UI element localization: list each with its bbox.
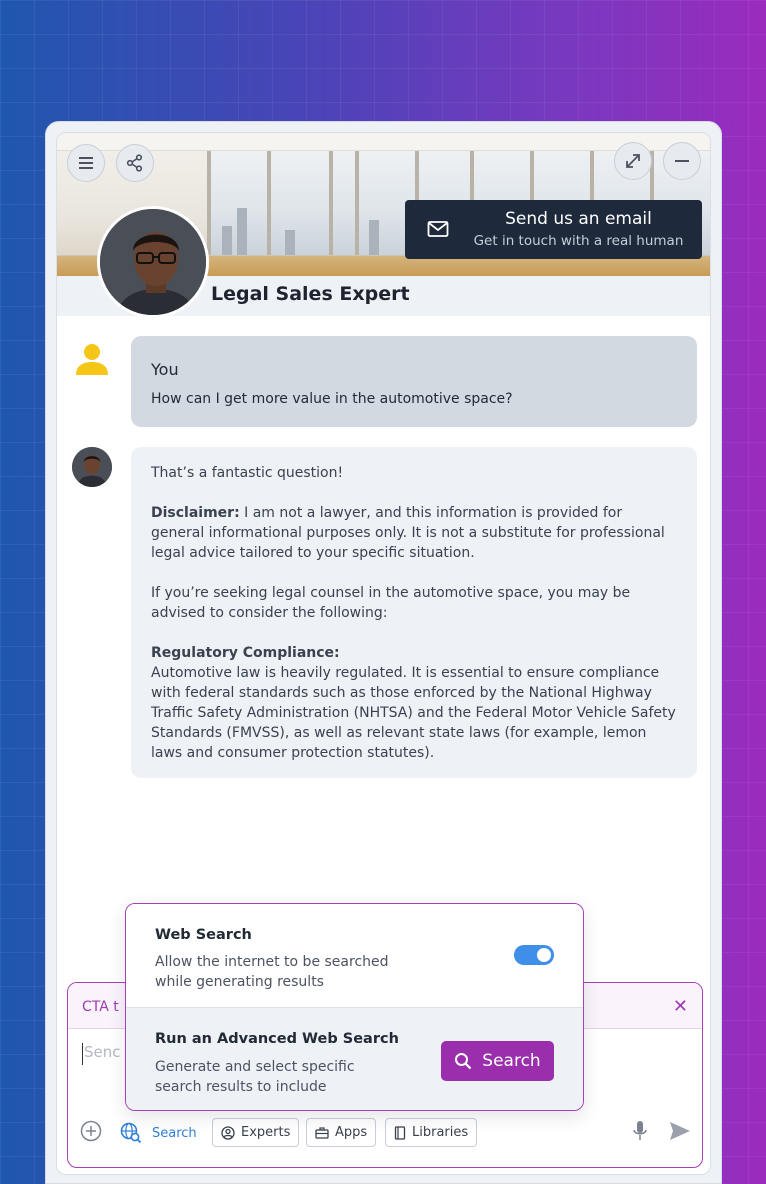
toggle-knob	[537, 948, 551, 962]
composer-toolbar: Search Experts Apps Libraries	[80, 1116, 690, 1148]
web-search-description: Allow the internet to be searched while …	[155, 954, 389, 990]
expert-avatar	[97, 206, 209, 318]
email-button-subtitle: Get in touch with a real human	[473, 233, 684, 249]
user-icon	[75, 341, 109, 381]
bot-avatar	[72, 447, 112, 487]
apps-label: Apps	[335, 1125, 368, 1140]
widget-inner: Send us an email Get in touch with a rea…	[56, 132, 711, 1175]
share-icon	[126, 154, 143, 172]
add-icon[interactable]	[80, 1120, 102, 1142]
bot-message-intro: That’s a fantastic question!	[151, 465, 344, 481]
chat-messages: You How can I get more value in the auto…	[57, 316, 710, 1174]
advanced-search-description: Generate and select specific search resu…	[155, 1059, 355, 1095]
apps-button[interactable]: Apps	[306, 1118, 377, 1147]
experts-label: Experts	[241, 1125, 291, 1140]
message-input[interactable]: Senc	[82, 1043, 121, 1065]
hamburger-icon	[79, 157, 93, 169]
minimize-button[interactable]	[663, 142, 701, 180]
bot-message-paragraph: If you’re seeking legal counsel in the a…	[151, 585, 631, 621]
advanced-search-title: Run an Advanced Web Search	[155, 1031, 399, 1047]
web-search-section: Web Search Allow the internet to be sear…	[126, 904, 583, 1008]
advanced-search-section: Run an Advanced Web Search Generate and …	[126, 1008, 583, 1110]
libraries-label: Libraries	[412, 1125, 469, 1140]
libraries-button[interactable]: Libraries	[385, 1118, 478, 1147]
bot-message-disclaimer: Disclaimer: I am not a lawyer, and this …	[151, 505, 665, 561]
bot-message-regulatory: Regulatory Compliance: Automotive law is…	[151, 645, 676, 761]
web-search-title: Web Search	[155, 927, 252, 943]
advanced-search-button[interactable]: Search	[441, 1041, 554, 1081]
cta-text: CTA t	[82, 999, 119, 1015]
minus-icon	[675, 160, 689, 162]
experts-button[interactable]: Experts	[212, 1118, 300, 1147]
book-icon	[394, 1125, 406, 1140]
menu-button[interactable]	[67, 144, 105, 182]
expert-name: Legal Sales Expert	[211, 283, 410, 305]
search-button-label: Search	[482, 1051, 541, 1071]
send-icon[interactable]	[669, 1121, 691, 1141]
user-message-text: How can I get more value in the automoti…	[151, 391, 513, 407]
web-search-toggle[interactable]	[514, 945, 554, 965]
web-search-popover: Web Search Allow the internet to be sear…	[125, 903, 584, 1111]
email-button-title: Send us an email	[505, 209, 652, 229]
close-icon[interactable]: ✕	[673, 996, 688, 1017]
share-button[interactable]	[116, 144, 154, 182]
globe-search-icon	[120, 1122, 142, 1144]
user-message-author: You	[151, 360, 179, 379]
chat-widget: Send us an email Get in touch with a rea…	[45, 121, 722, 1184]
web-search-toggle-button[interactable]: Search	[120, 1122, 197, 1144]
user-message: You How can I get more value in the auto…	[131, 336, 697, 427]
expand-button[interactable]	[614, 142, 652, 180]
user-circle-icon	[221, 1125, 235, 1140]
send-email-button[interactable]: Send us an email Get in touch with a rea…	[405, 200, 702, 259]
expand-icon	[626, 154, 640, 168]
search-icon	[455, 1053, 472, 1070]
search-link-label: Search	[152, 1125, 197, 1141]
briefcase-icon	[315, 1126, 329, 1139]
bot-message: That’s a fantastic question! Disclaimer:…	[131, 447, 697, 778]
microphone-icon[interactable]	[632, 1120, 648, 1142]
